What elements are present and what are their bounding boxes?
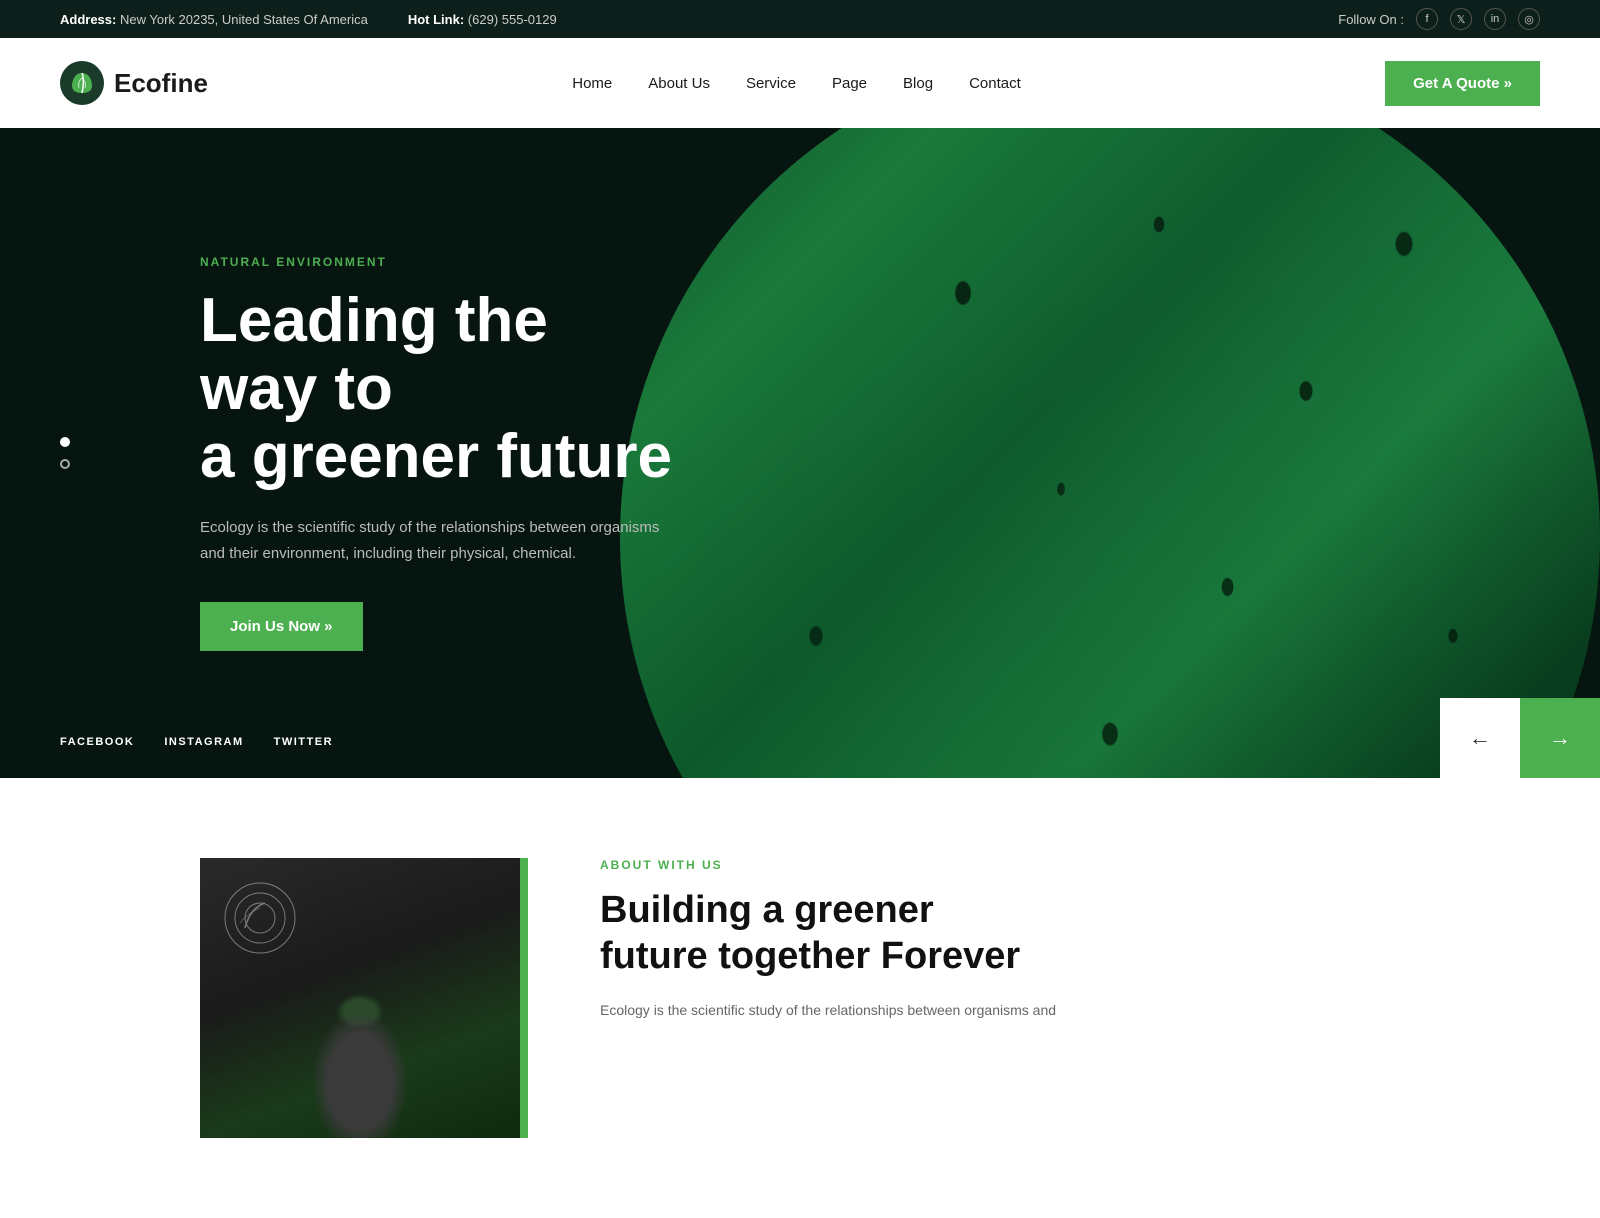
top-bar-right: Follow On : f 𝕏 in ◎: [1338, 8, 1540, 30]
nav-about[interactable]: About Us: [648, 75, 710, 92]
linkedin-topbar-icon[interactable]: in: [1484, 8, 1506, 30]
nav-service[interactable]: Service: [746, 75, 796, 92]
join-us-button[interactable]: Join Us Now »: [200, 602, 363, 651]
facebook-topbar-icon[interactable]: f: [1416, 8, 1438, 30]
twitter-topbar-icon[interactable]: 𝕏: [1450, 8, 1472, 30]
social-instagram[interactable]: INSTAGRAM: [164, 736, 243, 748]
about-label: ABOUT WITH US: [600, 858, 1400, 872]
hero-description: Ecology is the scientific study of the r…: [200, 515, 680, 566]
nav-blog[interactable]: Blog: [903, 75, 933, 92]
about-circles-svg: [220, 878, 300, 958]
next-arrow-button[interactable]: →: [1520, 698, 1600, 778]
slider-dots: [60, 437, 70, 469]
nav-page[interactable]: Page: [832, 75, 867, 92]
social-facebook[interactable]: FACEBOOK: [60, 736, 134, 748]
hotlink-label: Hot Link:: [408, 12, 464, 27]
get-quote-button[interactable]: Get A Quote »: [1385, 61, 1540, 106]
logo-leaf-svg: [69, 70, 95, 96]
logo[interactable]: Ecofine: [60, 61, 208, 105]
hero-socials: FACEBOOK INSTAGRAM TWITTER: [60, 736, 333, 748]
hero-title-line1: Leading the way to: [200, 286, 548, 423]
logo-text: Ecofine: [114, 68, 208, 99]
about-title: Building a greener future together Forev…: [600, 888, 1400, 979]
about-image-accent: [520, 858, 528, 1138]
about-image-wrap: [200, 858, 520, 1138]
hero-title: Leading the way to a greener future: [200, 287, 680, 492]
main-nav: Home About Us Service Page Blog Contact: [572, 75, 1021, 92]
address: Address: New York 20235, United States O…: [60, 12, 368, 27]
social-twitter[interactable]: TWITTER: [274, 736, 333, 748]
hero-title-line2: a greener future: [200, 422, 672, 491]
about-title-line2: future together Forever: [600, 935, 1020, 977]
hotlink: Hot Link: (629) 555-0129: [408, 12, 557, 27]
about-title-line1: Building a greener: [600, 889, 934, 931]
hero-leaf-image: [620, 128, 1600, 778]
hero-section: NATURAL ENVIRONMENT Leading the way to a…: [0, 128, 1600, 778]
top-bar-left: Address: New York 20235, United States O…: [60, 12, 557, 27]
top-bar: Address: New York 20235, United States O…: [0, 0, 1600, 38]
hero-content: NATURAL ENVIRONMENT Leading the way to a…: [0, 255, 680, 652]
about-img-circles: [220, 878, 300, 963]
about-image: [200, 858, 520, 1138]
about-description: Ecology is the scientific study of the r…: [600, 999, 1400, 1023]
about-section: ABOUT WITH US Building a greener future …: [0, 778, 1600, 1218]
instagram-topbar-icon[interactable]: ◎: [1518, 8, 1540, 30]
about-content: ABOUT WITH US Building a greener future …: [600, 858, 1400, 1023]
slider-arrows: ← →: [1440, 698, 1600, 778]
slide-dot-1[interactable]: [60, 437, 70, 447]
slide-dot-2[interactable]: [60, 459, 70, 469]
nav-home[interactable]: Home: [572, 75, 612, 92]
nav-contact[interactable]: Contact: [969, 75, 1021, 92]
hero-subtitle: NATURAL ENVIRONMENT: [200, 255, 680, 269]
logo-icon: [60, 61, 104, 105]
hotlink-value: (629) 555-0129: [468, 12, 557, 27]
header: Ecofine Home About Us Service Page Blog …: [0, 38, 1600, 128]
address-value: New York 20235, United States Of America: [120, 12, 368, 27]
address-label: Address:: [60, 12, 116, 27]
hero-bg-circle: [620, 128, 1600, 778]
follow-label: Follow On :: [1338, 12, 1404, 27]
prev-arrow-button[interactable]: ←: [1440, 698, 1520, 778]
